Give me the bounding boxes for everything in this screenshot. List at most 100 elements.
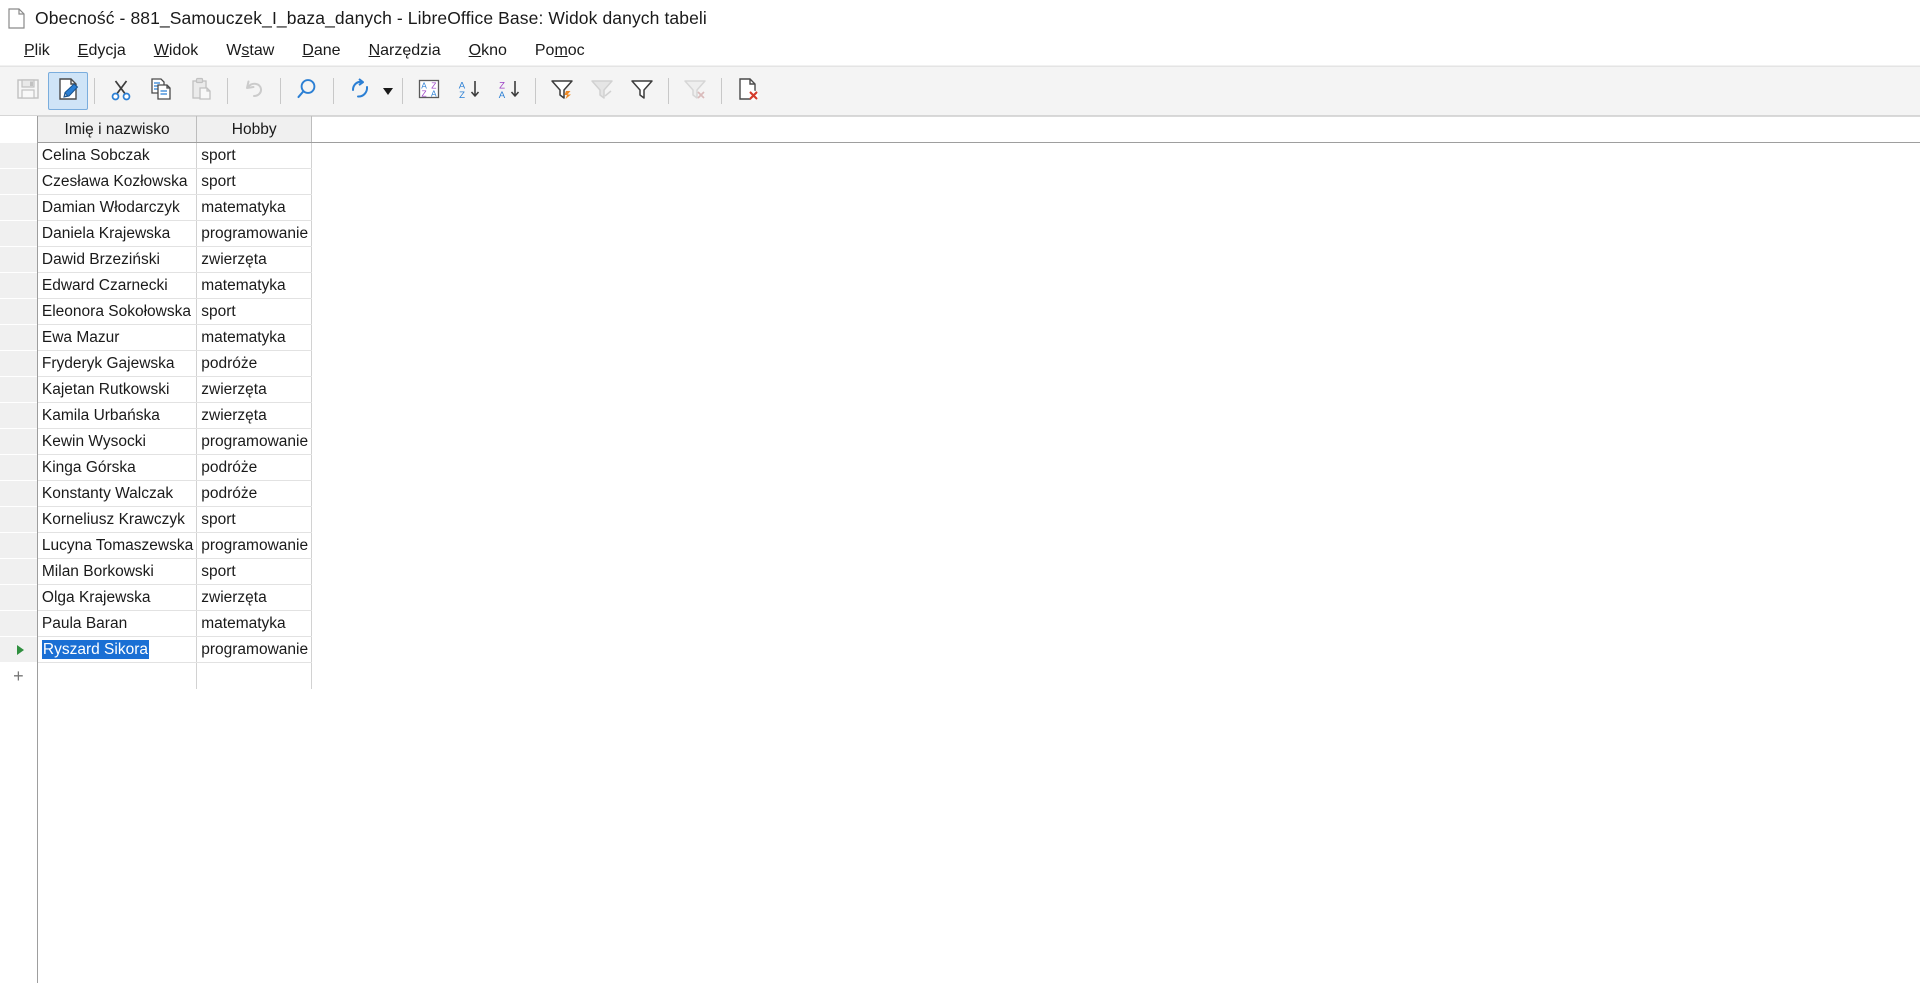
row-handle[interactable] bbox=[0, 636, 38, 663]
row-handle[interactable] bbox=[0, 532, 38, 559]
row-handle[interactable] bbox=[0, 480, 38, 507]
table-row[interactable]: Olga Krajewska zwierzęta bbox=[0, 584, 1920, 611]
table-row[interactable]: Ewa Mazur matematyka bbox=[0, 324, 1920, 351]
cell-name[interactable]: Kinga Górska bbox=[37, 454, 198, 481]
menu-narzedzia[interactable]: Narzędzia bbox=[355, 40, 455, 62]
table-row[interactable]: Kewin Wysocki programowanie bbox=[0, 428, 1920, 455]
cell-name[interactable]: Korneliusz Krawczyk bbox=[37, 506, 198, 533]
cell-name[interactable]: Eleonora Sokołowska bbox=[37, 298, 198, 325]
standard-filter-button[interactable] bbox=[622, 72, 662, 110]
cell-hobby[interactable]: programowanie bbox=[196, 532, 313, 559]
menu-edycja[interactable]: Edycja bbox=[64, 40, 140, 62]
table-row[interactable]: Eleonora Sokołowska sport bbox=[0, 298, 1920, 325]
cell-name[interactable]: Czesława Kozłowska bbox=[37, 168, 198, 195]
cell-name[interactable]: Dawid Brzeziński bbox=[37, 246, 198, 273]
table-row[interactable]: Daniela Krajewska programowanie bbox=[0, 220, 1920, 247]
cell-hobby[interactable]: zwierzęta bbox=[196, 376, 313, 403]
copy-button[interactable] bbox=[141, 72, 181, 110]
table-row[interactable]: Kinga Górska podróże bbox=[0, 454, 1920, 481]
cell-hobby[interactable]: matematyka bbox=[196, 194, 313, 221]
table-row[interactable]: Kamila Urbańska zwierzęta bbox=[0, 402, 1920, 429]
column-header-name[interactable]: Imię i nazwisko bbox=[37, 116, 198, 143]
table-row[interactable]: Korneliusz Krawczyk sport bbox=[0, 506, 1920, 533]
row-handle[interactable] bbox=[0, 454, 38, 481]
cell-hobby[interactable]: programowanie bbox=[196, 428, 313, 455]
table-row[interactable]: Fryderyk Gajewska podróże bbox=[0, 350, 1920, 377]
row-handle[interactable] bbox=[0, 246, 38, 273]
edit-data-button[interactable] bbox=[48, 72, 88, 110]
cell-hobby[interactable]: podróże bbox=[196, 480, 313, 507]
row-handle[interactable] bbox=[0, 168, 38, 195]
cell-hobby[interactable]: zwierzęta bbox=[196, 246, 313, 273]
column-header-hobby[interactable]: Hobby bbox=[196, 116, 313, 143]
table-row[interactable]: Milan Borkowski sport bbox=[0, 558, 1920, 585]
table-row[interactable]: Edward Czarnecki matematyka bbox=[0, 272, 1920, 299]
save-button[interactable] bbox=[8, 72, 48, 110]
cut-button[interactable] bbox=[101, 72, 141, 110]
menu-okno[interactable]: Okno bbox=[455, 40, 521, 62]
cell-hobby[interactable]: sport bbox=[196, 506, 313, 533]
table-row[interactable]: Dawid Brzeziński zwierzęta bbox=[0, 246, 1920, 273]
cell-name[interactable]: Fryderyk Gajewska bbox=[37, 350, 198, 377]
find-record-button[interactable] bbox=[287, 72, 327, 110]
paste-button[interactable] bbox=[181, 72, 221, 110]
row-handle[interactable] bbox=[0, 428, 38, 455]
cell-name[interactable]: Paula Baran bbox=[37, 610, 198, 637]
cell-name[interactable]: Milan Borkowski bbox=[37, 558, 198, 585]
new-cell-name[interactable] bbox=[37, 662, 198, 689]
row-handle[interactable] bbox=[0, 610, 38, 637]
cell-name[interactable]: Ryszard Sikora bbox=[37, 636, 198, 663]
row-handle[interactable] bbox=[0, 558, 38, 585]
table-row[interactable]: Paula Baran matematyka bbox=[0, 610, 1920, 637]
cell-name[interactable]: Konstanty Walczak bbox=[37, 480, 198, 507]
delete-record-button[interactable] bbox=[728, 72, 768, 110]
row-handle[interactable] bbox=[0, 350, 38, 377]
row-handle[interactable] bbox=[0, 220, 38, 247]
table-row[interactable]: Ryszard Sikora programowanie bbox=[0, 636, 1920, 663]
table-row[interactable]: Damian Włodarczyk matematyka bbox=[0, 194, 1920, 221]
sort-dialog-button[interactable]: A Z Z A bbox=[409, 72, 449, 110]
undo-button[interactable] bbox=[234, 72, 274, 110]
cell-name[interactable]: Celina Sobczak bbox=[37, 142, 198, 169]
table-row[interactable]: Konstanty Walczak podróże bbox=[0, 480, 1920, 507]
cell-name[interactable]: Kamila Urbańska bbox=[37, 402, 198, 429]
remove-filter-button[interactable] bbox=[675, 72, 715, 110]
new-record-row[interactable]: + bbox=[0, 662, 1920, 689]
row-handle[interactable] bbox=[0, 376, 38, 403]
cell-hobby[interactable]: sport bbox=[196, 298, 313, 325]
cell-name[interactable]: Damian Włodarczyk bbox=[37, 194, 198, 221]
cell-name[interactable]: Kewin Wysocki bbox=[37, 428, 198, 455]
row-handle[interactable] bbox=[0, 506, 38, 533]
autofilter-button[interactable] bbox=[542, 72, 582, 110]
cell-hobby[interactable]: matematyka bbox=[196, 610, 313, 637]
refresh-button[interactable] bbox=[340, 72, 380, 110]
apply-filter-button[interactable] bbox=[582, 72, 622, 110]
table-row[interactable]: Lucyna Tomaszewska programowanie bbox=[0, 532, 1920, 559]
menu-plik[interactable]: Plik bbox=[10, 40, 64, 62]
menu-widok[interactable]: Widok bbox=[140, 40, 212, 62]
cell-name[interactable]: Edward Czarnecki bbox=[37, 272, 198, 299]
refresh-dropdown-arrow[interactable] bbox=[380, 72, 396, 110]
cell-hobby[interactable]: podróże bbox=[196, 350, 313, 377]
cell-hobby[interactable]: zwierzęta bbox=[196, 584, 313, 611]
menu-pomoc[interactable]: Pomoc bbox=[521, 40, 599, 62]
cell-hobby[interactable]: programowanie bbox=[196, 636, 313, 663]
cell-name[interactable]: Lucyna Tomaszewska bbox=[37, 532, 198, 559]
cell-hobby[interactable]: programowanie bbox=[196, 220, 313, 247]
row-handle[interactable] bbox=[0, 142, 38, 169]
table-row[interactable]: Czesława Kozłowska sport bbox=[0, 168, 1920, 195]
cell-name[interactable]: Kajetan Rutkowski bbox=[37, 376, 198, 403]
row-handle[interactable] bbox=[0, 324, 38, 351]
table-row[interactable]: Kajetan Rutkowski zwierzęta bbox=[0, 376, 1920, 403]
new-cell-hobby[interactable] bbox=[196, 662, 313, 689]
cell-name[interactable]: Ewa Mazur bbox=[37, 324, 198, 351]
sort-ascending-button[interactable]: A Z bbox=[449, 72, 489, 110]
new-record-handle[interactable]: + bbox=[0, 662, 38, 689]
row-handle[interactable] bbox=[0, 272, 38, 299]
cell-hobby[interactable]: sport bbox=[196, 168, 313, 195]
menu-wstaw[interactable]: Wstaw bbox=[212, 40, 288, 62]
row-handle[interactable] bbox=[0, 194, 38, 221]
sort-descending-button[interactable]: Z A bbox=[489, 72, 529, 110]
menu-dane[interactable]: Dane bbox=[288, 40, 354, 62]
row-handle[interactable] bbox=[0, 584, 38, 611]
